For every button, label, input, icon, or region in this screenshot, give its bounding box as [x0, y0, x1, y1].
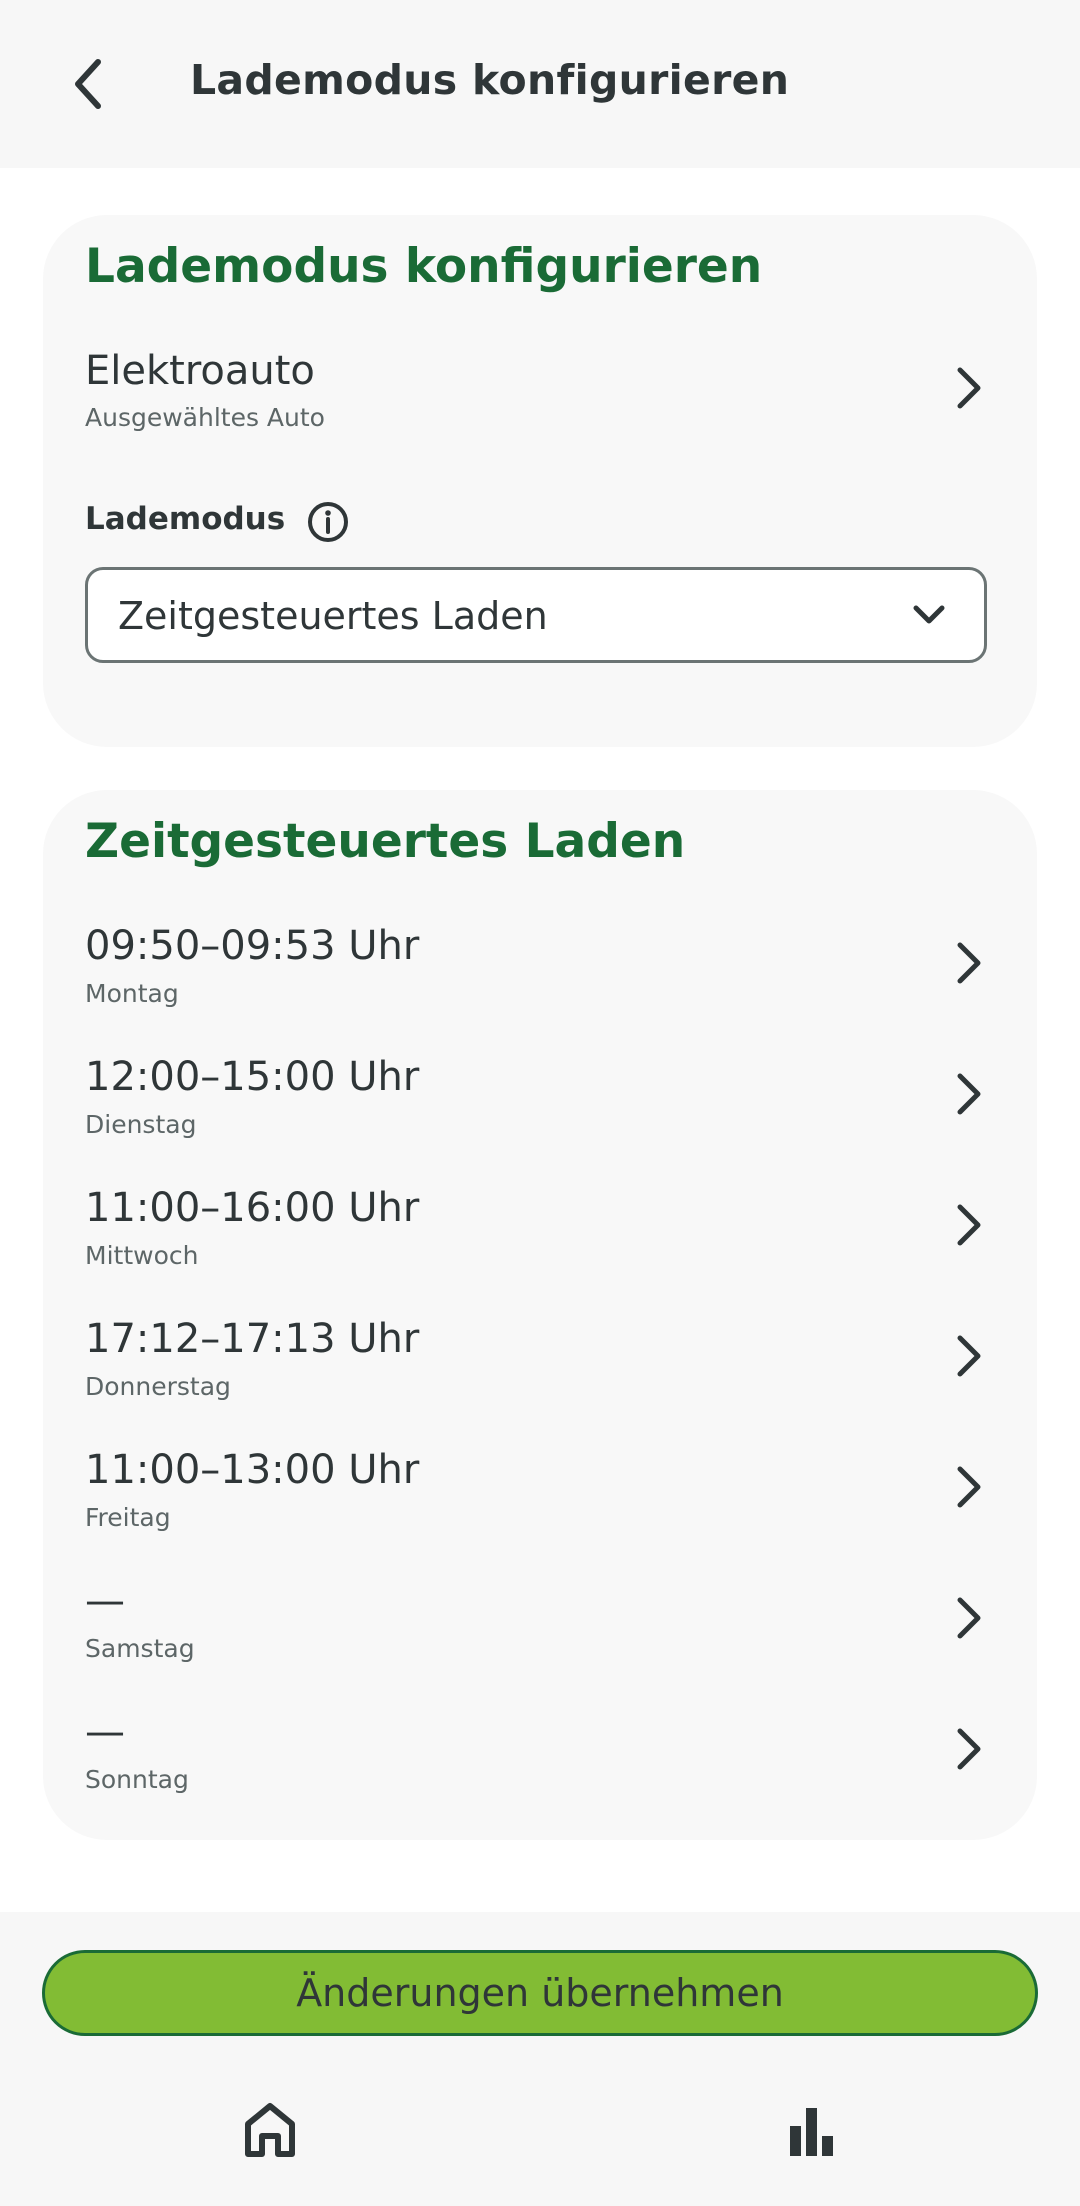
- schedule-day: Mittwoch: [85, 1241, 199, 1270]
- schedule-row-wednesday[interactable]: 11:00–16:00 Uhr Mittwoch: [43, 1185, 1037, 1305]
- selected-car-row[interactable]: Elektroauto Ausgewähltes Auto: [43, 348, 1037, 468]
- chevron-right-icon: [946, 358, 992, 418]
- apply-changes-button[interactable]: Änderungen übernehmen: [42, 1950, 1038, 2036]
- chevron-right-icon: [946, 1457, 992, 1517]
- config-card: Lademodus konfigurieren Elektroauto Ausg…: [43, 215, 1037, 747]
- mode-select[interactable]: Zeitgesteuertes Laden: [85, 567, 987, 663]
- config-card-title: Lademodus konfigurieren: [85, 239, 763, 294]
- chevron-right-icon: [946, 1719, 992, 1779]
- mode-label: Lademodus: [85, 501, 286, 537]
- schedule-row-saturday[interactable]: — Samstag: [43, 1578, 1037, 1698]
- schedule-day: Montag: [85, 979, 179, 1008]
- schedule-row-monday[interactable]: 09:50–09:53 Uhr Montag: [43, 923, 1037, 1043]
- schedule-day: Donnerstag: [85, 1372, 231, 1401]
- schedule-row-sunday[interactable]: — Sonntag: [43, 1709, 1037, 1829]
- schedule-card: Zeitgesteuertes Laden 09:50–09:53 Uhr Mo…: [43, 790, 1037, 1840]
- app-header: Lademodus konfigurieren: [0, 0, 1080, 168]
- schedule-time: 09:50–09:53 Uhr: [85, 923, 420, 969]
- chevron-right-icon: [946, 1326, 992, 1386]
- apply-changes-label: Änderungen übernehmen: [296, 1971, 784, 2015]
- schedule-time: 17:12–17:13 Uhr: [85, 1316, 420, 1362]
- chevron-right-icon: [946, 1588, 992, 1648]
- car-name: Elektroauto: [85, 348, 315, 394]
- home-icon[interactable]: [240, 2100, 300, 2160]
- schedule-time: 11:00–13:00 Uhr: [85, 1447, 420, 1493]
- car-caption: Ausgewähltes Auto: [85, 403, 325, 432]
- schedule-time: 12:00–15:00 Uhr: [85, 1054, 420, 1100]
- schedule-row-tuesday[interactable]: 12:00–15:00 Uhr Dienstag: [43, 1054, 1037, 1174]
- schedule-time: 11:00–16:00 Uhr: [85, 1185, 420, 1231]
- mode-select-value: Zeitgesteuertes Laden: [118, 594, 548, 638]
- schedule-time: —: [85, 1709, 125, 1755]
- schedule-day: Sonntag: [85, 1765, 189, 1794]
- bar-chart-icon[interactable]: [782, 2100, 842, 2160]
- chevron-down-icon: [906, 592, 952, 638]
- back-arrow-icon: [75, 59, 101, 109]
- page-title: Lademodus konfigurieren: [190, 56, 790, 104]
- schedule-row-thursday[interactable]: 17:12–17:13 Uhr Donnerstag: [43, 1316, 1037, 1436]
- chevron-right-icon: [946, 1195, 992, 1255]
- schedule-row-friday[interactable]: 11:00–13:00 Uhr Freitag: [43, 1447, 1037, 1567]
- bottom-bar: Änderungen übernehmen: [0, 1912, 1080, 2206]
- info-icon[interactable]: [306, 500, 350, 544]
- schedule-day: Dienstag: [85, 1110, 197, 1139]
- chevron-right-icon: [946, 933, 992, 993]
- chevron-right-icon: [946, 1064, 992, 1124]
- schedule-day: Freitag: [85, 1503, 171, 1532]
- schedule-day: Samstag: [85, 1634, 195, 1663]
- schedule-card-title: Zeitgesteuertes Laden: [85, 814, 686, 869]
- schedule-time: —: [85, 1578, 125, 1624]
- back-button[interactable]: [48, 44, 128, 124]
